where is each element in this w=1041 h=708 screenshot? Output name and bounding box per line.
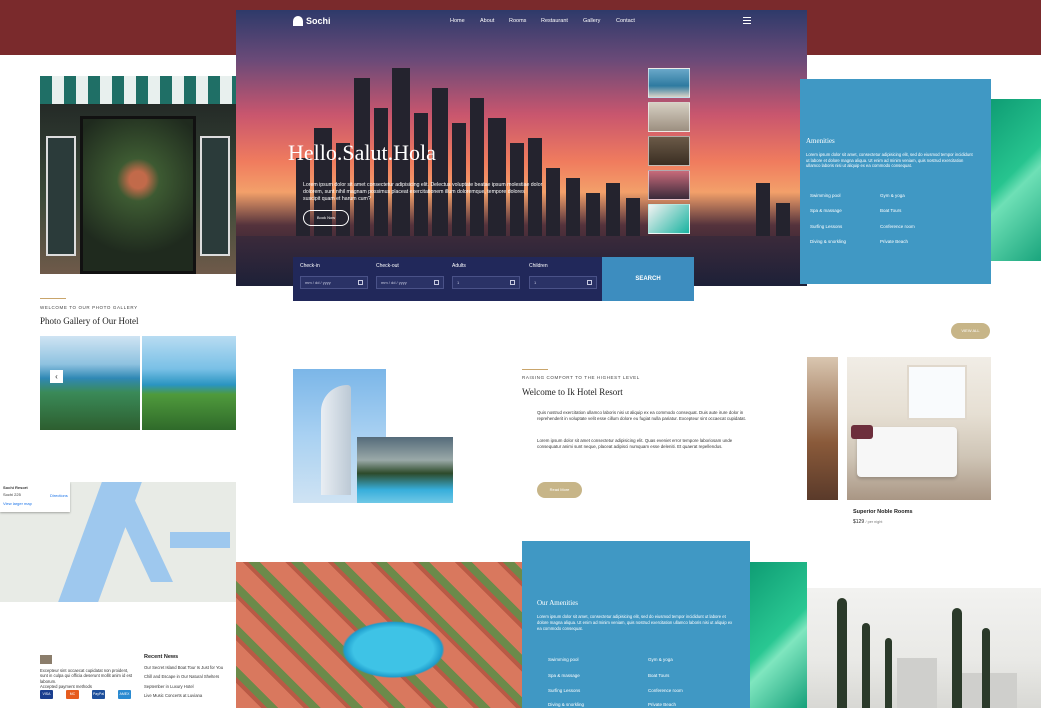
- amenity-item: Gym & yoga: [880, 193, 905, 198]
- gallery-divider: [40, 298, 66, 299]
- room-price-value: $129: [853, 519, 865, 525]
- ocean-image-strip: [991, 99, 1041, 261]
- amenities-top-title: Amenities: [806, 137, 835, 145]
- map-larger-link[interactable]: View larger map: [3, 501, 32, 506]
- amenity-item: Gym & yoga: [648, 657, 673, 662]
- amenity-item: Conference room: [648, 688, 683, 693]
- calendar-icon: [358, 280, 363, 285]
- map-info-card: Sochi Resort Sochi 225 View larger map D…: [0, 482, 70, 512]
- storefront-image: [40, 76, 236, 274]
- room-image-superior[interactable]: [847, 357, 991, 500]
- hero-thumbnail[interactable]: [648, 68, 690, 98]
- brand-logo[interactable]: Sochi: [306, 16, 331, 26]
- news-item[interactable]: Chill and Escape in Our Natural Shelters: [144, 674, 219, 679]
- amenity-item: Spa & massage: [548, 673, 580, 678]
- amenity-item: Private Beach: [880, 239, 909, 244]
- dropdown-icon: [587, 280, 592, 285]
- adults-value: 1: [457, 280, 460, 285]
- calendar-icon: [434, 280, 439, 285]
- hero-thumbnail[interactable]: [648, 170, 690, 200]
- aerial-resort-image: [236, 562, 522, 708]
- map-card-title: Sochi Resort: [3, 485, 28, 490]
- gallery-prev-button[interactable]: ‹: [50, 370, 63, 383]
- amenity-item: Surfing Lessons: [548, 688, 581, 693]
- nav-contact[interactable]: Contact: [616, 18, 635, 24]
- nav-restaurant[interactable]: Restaurant: [541, 18, 568, 24]
- visa-icon: VISA: [40, 690, 53, 699]
- amenity-item: Boat Tours: [880, 208, 902, 213]
- room-price-unit: / per night: [865, 520, 883, 524]
- pool-image: [357, 437, 453, 503]
- welcome-kicker: Raising comfort to the highest level: [522, 375, 640, 380]
- children-select[interactable]: 1: [529, 276, 597, 289]
- nav-gallery[interactable]: Gallery: [583, 18, 600, 24]
- footer-about: Excepteur sint occaecat cupidatat non pr…: [40, 668, 136, 689]
- footer-about-text: Excepteur sint occaecat cupidatat non pr…: [40, 668, 133, 684]
- checkin-label: Check-in: [300, 263, 320, 269]
- news-item[interactable]: September in Luxury Hotel: [144, 684, 194, 689]
- gallery-image-coast[interactable]: [40, 336, 140, 430]
- news-title: Recent News: [144, 654, 179, 660]
- ocean-image-strip: [750, 562, 807, 708]
- amenity-item: Surfing Lessons: [810, 224, 843, 229]
- amenity-item: Diving & snorkling: [548, 702, 585, 707]
- hero-thumbnail[interactable]: [648, 136, 690, 166]
- hero-title: Hello.Salut.Hola: [288, 140, 436, 165]
- amenities-bottom-title: Our Amenities: [537, 599, 579, 607]
- gallery-title: Photo Gallery of Our Hotel: [40, 316, 139, 326]
- nav-about[interactable]: About: [480, 18, 494, 24]
- welcome-paragraph: Quis nostrud exercitation ullamco labori…: [537, 410, 746, 421]
- room-name[interactable]: Superior Noble Rooms: [853, 509, 913, 515]
- location-map[interactable]: Sochi Resort Sochi 225 View larger map D…: [0, 482, 236, 602]
- view-all-button[interactable]: VIEW ALL: [951, 323, 990, 339]
- paypal-icon: PayPal: [92, 690, 105, 699]
- hero-thumbnail[interactable]: [648, 102, 690, 132]
- welcome-divider: [522, 369, 548, 370]
- gallery-image-palms[interactable]: [142, 336, 236, 430]
- footer-logo: [40, 655, 52, 664]
- dropdown-icon: [510, 280, 515, 285]
- nav-home[interactable]: Home: [450, 18, 465, 24]
- amenity-item: Boat Tours: [648, 673, 670, 678]
- cypress-trees-image: [807, 588, 1041, 708]
- read-more-button[interactable]: Read More: [537, 482, 582, 498]
- room-price: $129 / per night: [853, 519, 882, 525]
- checkout-label: Check-out: [376, 263, 399, 269]
- checkin-input[interactable]: mm / dd / yyyy: [300, 276, 368, 289]
- amenities-top-description: Lorem ipsum dolor sit amet, consectetur …: [806, 152, 973, 169]
- nav-rooms[interactable]: Rooms: [509, 18, 526, 24]
- map-directions-link[interactable]: Directions: [50, 493, 68, 498]
- checkout-placeholder: mm / dd / yyyy: [381, 280, 407, 285]
- adults-select[interactable]: 1: [452, 276, 520, 289]
- welcome-title: Welcome to Ik Hotel Resort: [522, 387, 623, 397]
- amenity-item: Swimming pool: [548, 657, 579, 662]
- amenity-item: Spa & massage: [810, 208, 842, 213]
- hero-book-button[interactable]: Book Now: [303, 210, 349, 226]
- news-item[interactable]: Our Secret Island Boat Tour Is Just for …: [144, 665, 223, 670]
- amenities-bottom-description: Lorem ipsum dolor sit amet, consectetur …: [537, 614, 733, 631]
- welcome-paragraph: Lorem ipsum dolor sit amet consectetur a…: [537, 438, 733, 449]
- news-item[interactable]: Live Music Concerts at Luviana: [144, 693, 202, 698]
- children-value: 1: [534, 280, 537, 285]
- search-button[interactable]: SEARCH: [602, 257, 694, 301]
- logo-icon[interactable]: [293, 16, 303, 26]
- amenity-item: Conference room: [880, 224, 915, 229]
- map-card-subtitle: Sochi 225: [3, 492, 21, 497]
- mastercard-icon: MC: [66, 690, 79, 699]
- checkin-placeholder: mm / dd / yyyy: [305, 280, 331, 285]
- amenity-item: Private Beach: [648, 702, 677, 707]
- room-image[interactable]: [807, 357, 838, 500]
- amenity-item: Swimming pool: [810, 193, 841, 198]
- hero-thumbnail[interactable]: [648, 204, 690, 234]
- payments-label: Accepted payment methods: [40, 683, 92, 689]
- gallery-kicker: Welcome to our photo gallery: [40, 305, 138, 310]
- checkout-input[interactable]: mm / dd / yyyy: [376, 276, 444, 289]
- hero-description: Lorem ipsum dolor sit amet consectetur a…: [303, 182, 543, 202]
- children-label: Children: [529, 263, 548, 269]
- amenity-item: Diving & snorkling: [810, 239, 847, 244]
- amenities-card-top: [800, 79, 991, 284]
- hamburger-menu-icon[interactable]: [743, 17, 751, 24]
- amex-icon: AMEX: [118, 690, 131, 699]
- adults-label: Adults: [452, 263, 466, 269]
